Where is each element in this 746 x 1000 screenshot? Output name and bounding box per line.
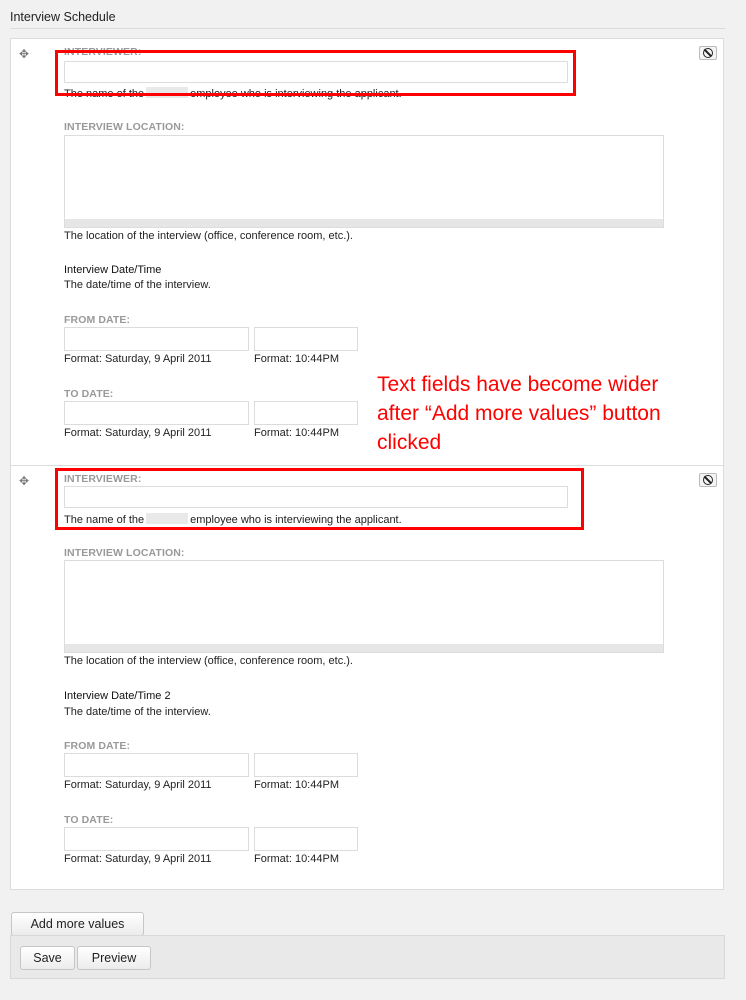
datetime-title: Interview Date/Time [64,264,162,276]
from-date-label: FROM DATE: [64,314,131,326]
remove-entry-button[interactable] [699,473,717,487]
from-time-format: Format: 10:44PM [254,779,339,791]
location-description: The location of the interview (office, c… [64,655,353,667]
annotation-line: after “Add more values” button [377,402,661,425]
textarea-resize-grip[interactable] [65,219,663,227]
to-time-input[interactable] [254,827,358,851]
remove-entry-button[interactable] [699,46,717,60]
to-date-format: Format: Saturday, 9 April 2011 [64,853,212,865]
from-date-format: Format: Saturday, 9 April 2011 [64,353,212,365]
preview-button[interactable]: Preview [77,946,151,970]
to-date-format: Format: Saturday, 9 April 2011 [64,427,212,439]
from-date-input[interactable] [64,327,249,351]
from-date-format: Format: Saturday, 9 April 2011 [64,779,212,791]
drag-move-icon[interactable]: ✥ [18,48,30,60]
from-date-input[interactable] [64,753,249,777]
annotation-note: Text fields have become wider after “Add… [377,370,717,457]
to-date-label: TO DATE: [64,388,114,400]
section-divider [10,28,725,29]
to-time-format: Format: 10:44PM [254,853,339,865]
to-time-input[interactable] [254,401,358,425]
location-label: INTERVIEW LOCATION: [64,121,185,133]
drag-move-icon[interactable]: ✥ [18,475,30,487]
to-date-input[interactable] [64,827,249,851]
from-time-input[interactable] [254,753,358,777]
annotation-line: Text fields have become wider [377,373,659,396]
add-more-values-button[interactable]: Add more values [11,912,144,936]
annotation-box-2 [55,468,584,530]
from-time-format: Format: 10:44PM [254,353,339,365]
remove-ban-icon [703,48,713,58]
to-time-format: Format: 10:44PM [254,427,339,439]
annotation-line: clicked [377,431,442,454]
location-description: The location of the interview (office, c… [64,230,353,242]
save-button[interactable]: Save [20,946,75,970]
section-title: Interview Schedule [10,10,116,24]
annotation-box-1 [55,50,576,96]
to-date-input[interactable] [64,401,249,425]
multi-value-panel: ✥ INTERVIEWER: The name of the employee w… [10,38,724,890]
location-textarea[interactable] [64,135,664,228]
remove-ban-icon [703,475,713,485]
to-date-label: TO DATE: [64,814,114,826]
from-date-label: FROM DATE: [64,740,131,752]
location-textarea[interactable] [64,560,664,653]
textarea-resize-grip[interactable] [65,644,663,652]
datetime-title: Interview Date/Time 2 [64,690,171,702]
location-label: INTERVIEW LOCATION: [64,547,185,559]
from-time-input[interactable] [254,327,358,351]
datetime-description: The date/time of the interview. [64,706,211,718]
datetime-description: The date/time of the interview. [64,279,211,291]
